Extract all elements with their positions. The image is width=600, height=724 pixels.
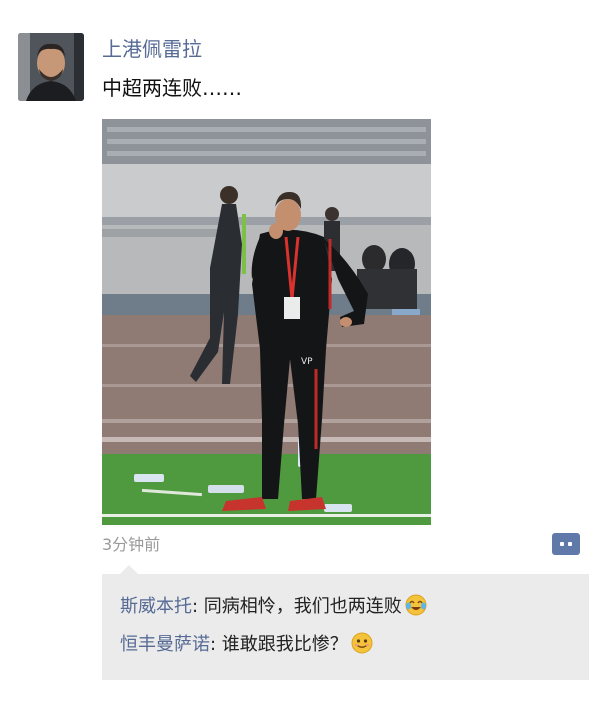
comment-item[interactable]: 斯威本托: 同病相怜，我们也两连败 [120, 594, 427, 620]
comments-panel: 斯威本托: 同病相怜，我们也两连败 恒丰曼萨诺: 谁敢跟我比惨？ [102, 574, 589, 680]
comment-text: 谁敢跟我比惨？ [221, 634, 348, 655]
comment-author[interactable]: 斯威本托 [120, 596, 192, 617]
dot-icon [568, 542, 572, 546]
shirt-initials: VP [301, 357, 313, 367]
comment-text: 同病相怜，我们也两连败 [203, 596, 402, 617]
avatar[interactable] [18, 33, 84, 101]
comment-like-menu-button[interactable] [552, 533, 580, 555]
dot-icon [560, 542, 564, 546]
coach-on-pitch-image: VP [102, 119, 431, 525]
post-timestamp: 3分钟前 [102, 535, 161, 554]
comment-item[interactable]: 恒丰曼萨诺: 谁敢跟我比惨？ [120, 632, 373, 658]
post-photo[interactable]: VP [102, 119, 431, 525]
laughing-tears-emoji-icon [405, 594, 427, 616]
comment-separator: : [210, 634, 222, 655]
avatar-portrait-icon [18, 33, 84, 101]
smile-emoji-icon [351, 632, 373, 654]
post-author-name[interactable]: 上港佩雷拉 [102, 34, 202, 64]
post-text: 中超两连败…… [102, 76, 242, 100]
comment-separator: : [192, 596, 204, 617]
comment-author[interactable]: 恒丰曼萨诺 [120, 634, 210, 655]
comments-arrow [120, 565, 138, 574]
